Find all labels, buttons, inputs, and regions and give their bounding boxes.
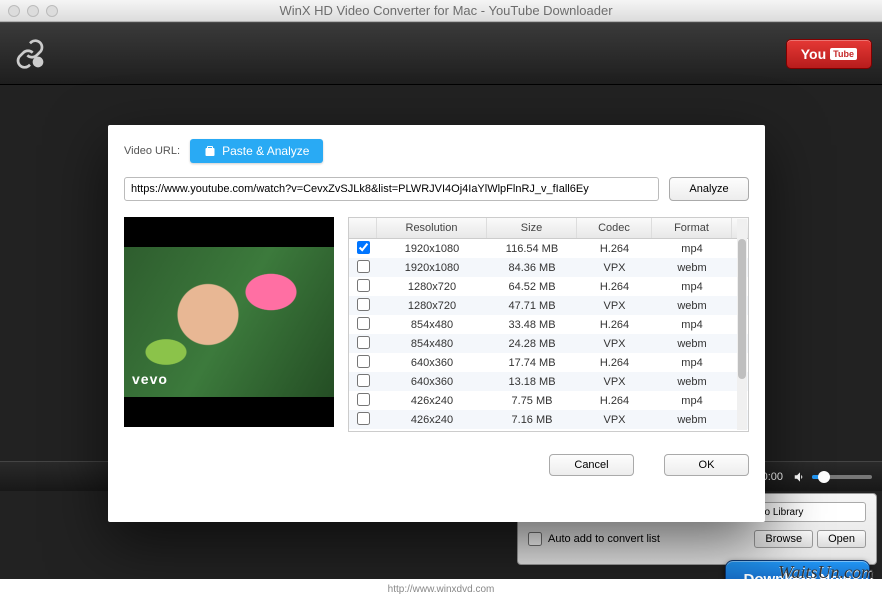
footer-url: http://www.winxdvd.com: [388, 584, 495, 595]
analyze-button[interactable]: Analyze: [669, 177, 749, 201]
col-resolution: Resolution: [377, 218, 487, 238]
cell-size: 64.52 MB: [487, 281, 577, 293]
cell-format: mp4: [652, 395, 732, 407]
browse-button[interactable]: Browse: [754, 530, 813, 548]
watermark: WaitsUn.com: [778, 562, 874, 583]
cell-size: 84.36 MB: [487, 262, 577, 274]
cell-resolution: 854x480: [377, 338, 487, 350]
cell-codec: VPX: [577, 414, 652, 426]
link-icon[interactable]: +: [10, 34, 50, 74]
cell-format: mp4: [652, 281, 732, 293]
row-checkbox[interactable]: [357, 279, 370, 292]
cell-resolution: 1920x1080: [377, 262, 487, 274]
volume-icon: [793, 470, 807, 484]
cell-format: webm: [652, 262, 732, 274]
cell-size: 47.71 MB: [487, 300, 577, 312]
open-button[interactable]: Open: [817, 530, 866, 548]
cell-size: 24.28 MB: [487, 338, 577, 350]
cell-resolution: 1920x1080: [377, 243, 487, 255]
table-row[interactable]: 640x36017.74 MBH.264mp4: [349, 353, 748, 372]
cell-format: webm: [652, 300, 732, 312]
table-scrollbar[interactable]: [737, 219, 747, 430]
cell-size: 17.74 MB: [487, 357, 577, 369]
row-checkbox[interactable]: [357, 241, 370, 254]
window-title: WinX HD Video Converter for Mac - YouTub…: [18, 3, 874, 18]
cell-resolution: 426x240: [377, 414, 487, 426]
cell-codec: H.264: [577, 357, 652, 369]
cell-format: webm: [652, 376, 732, 388]
ok-button[interactable]: OK: [664, 454, 749, 476]
app-window: WinX HD Video Converter for Mac - YouTub…: [0, 0, 882, 599]
paste-analyze-button[interactable]: Paste & Analyze: [190, 139, 323, 163]
auto-add-checkbox[interactable]: [528, 532, 542, 546]
col-format: Format: [652, 218, 732, 238]
youtube-badge[interactable]: You Tube: [786, 39, 872, 69]
cell-size: 13.18 MB: [487, 376, 577, 388]
vevo-watermark: vevo: [132, 371, 168, 387]
table-row[interactable]: 854x48024.28 MBVPXwebm: [349, 334, 748, 353]
col-size: Size: [487, 218, 577, 238]
row-checkbox[interactable]: [357, 260, 370, 273]
cell-size: 116.54 MB: [487, 243, 577, 255]
youtube-prefix: You: [801, 46, 826, 62]
cell-resolution: 854x480: [377, 319, 487, 331]
video-url-input[interactable]: [124, 177, 659, 201]
cell-codec: VPX: [577, 338, 652, 350]
video-url-label: Video URL:: [124, 145, 180, 157]
cell-size: 7.75 MB: [487, 395, 577, 407]
footer-bar: http://www.winxdvd.com WaitsUn.com: [0, 579, 882, 599]
row-checkbox[interactable]: [357, 298, 370, 311]
clipboard-icon: [204, 145, 216, 157]
table-row[interactable]: 854x48033.48 MBH.264mp4: [349, 315, 748, 334]
cell-size: 7.16 MB: [487, 414, 577, 426]
cell-resolution: 1280x720: [377, 281, 487, 293]
auto-add-label: Auto add to convert list: [548, 533, 660, 545]
row-checkbox[interactable]: [357, 355, 370, 368]
cell-resolution: 640x360: [377, 376, 487, 388]
cell-format: mp4: [652, 319, 732, 331]
col-codec: Codec: [577, 218, 652, 238]
table-row[interactable]: 1920x108084.36 MBVPXwebm: [349, 258, 748, 277]
cell-format: mp4: [652, 243, 732, 255]
cell-codec: VPX: [577, 262, 652, 274]
cell-codec: H.264: [577, 319, 652, 331]
cell-resolution: 1280x720: [377, 300, 487, 312]
table-row[interactable]: 1280x72064.52 MBH.264mp4: [349, 277, 748, 296]
table-row[interactable]: 640x36013.18 MBVPXwebm: [349, 372, 748, 391]
window-titlebar: WinX HD Video Converter for Mac - YouTub…: [0, 0, 882, 22]
table-row[interactable]: 426x2407.16 MBVPXwebm: [349, 410, 748, 429]
svg-text:+: +: [35, 58, 40, 68]
cell-format: mp4: [652, 357, 732, 369]
cell-format: webm: [652, 414, 732, 426]
table-row[interactable]: 1920x1080116.54 MBH.264mp4: [349, 239, 748, 258]
main-toolbar: + You Tube: [0, 22, 882, 85]
cell-resolution: 640x360: [377, 357, 487, 369]
volume-slider[interactable]: [812, 475, 872, 479]
cell-codec: VPX: [577, 300, 652, 312]
row-checkbox[interactable]: [357, 393, 370, 406]
cell-codec: H.264: [577, 395, 652, 407]
format-table: Resolution Size Codec Format 1920x108011…: [348, 217, 749, 432]
cell-resolution: 426x240: [377, 395, 487, 407]
row-checkbox[interactable]: [357, 317, 370, 330]
youtube-suffix: Tube: [830, 48, 857, 60]
cell-codec: VPX: [577, 376, 652, 388]
table-row[interactable]: 426x2407.75 MBH.264mp4: [349, 391, 748, 410]
row-checkbox[interactable]: [357, 336, 370, 349]
cell-format: webm: [652, 338, 732, 350]
row-checkbox[interactable]: [357, 374, 370, 387]
table-row[interactable]: 1280x72047.71 MBVPXwebm: [349, 296, 748, 315]
video-thumbnail: vevo: [124, 217, 334, 427]
cell-codec: H.264: [577, 243, 652, 255]
volume-control[interactable]: [793, 470, 872, 484]
cell-size: 33.48 MB: [487, 319, 577, 331]
cell-codec: H.264: [577, 281, 652, 293]
cancel-button[interactable]: Cancel: [549, 454, 634, 476]
row-checkbox[interactable]: [357, 412, 370, 425]
analyze-modal: Video URL: Paste & Analyze Analyze vevo: [108, 125, 765, 522]
stage: 00:00:00 Target Folder: Auto add to conv…: [0, 85, 882, 599]
